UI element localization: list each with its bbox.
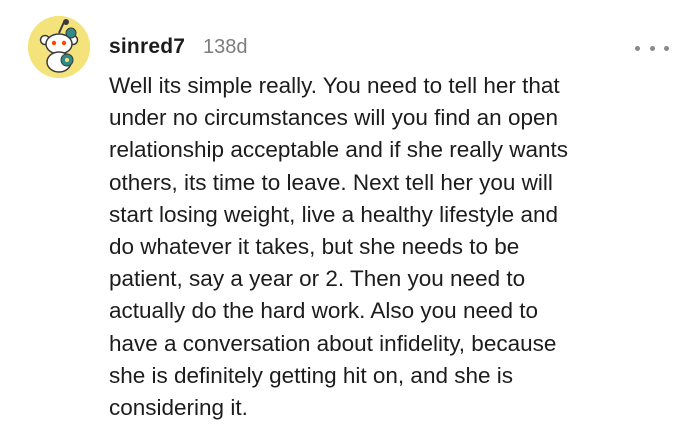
- comment-body: Well its simple really. You need to tell…: [109, 73, 569, 421]
- more-options-icon: [635, 45, 640, 51]
- more-options-button[interactable]: [635, 38, 669, 58]
- reddit-snoo-avatar-icon: [28, 16, 90, 78]
- timestamp: 138d: [203, 36, 248, 58]
- more-options-icon: [649, 45, 655, 51]
- username[interactable]: sinred7: [109, 35, 185, 59]
- comment: sinred7 138d Well its simple really. You…: [0, 0, 700, 444]
- more-options-icon: [664, 45, 669, 51]
- avatar[interactable]: [28, 16, 90, 78]
